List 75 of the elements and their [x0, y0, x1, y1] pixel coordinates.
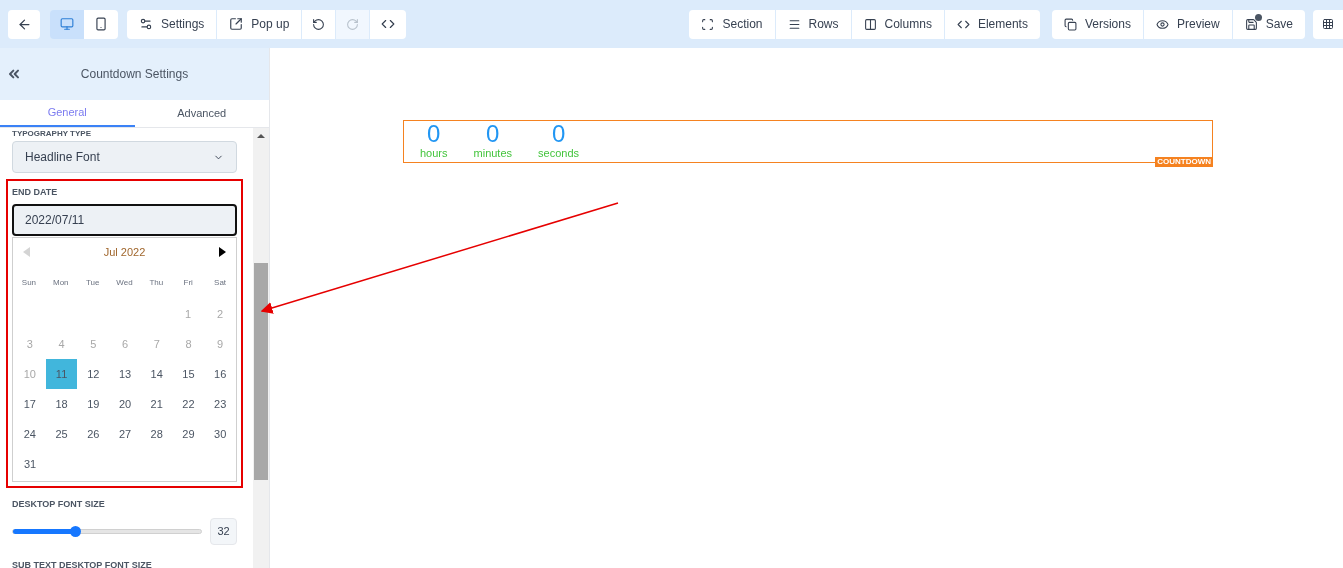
calendar-day[interactable]: 17	[14, 389, 46, 419]
panel-title: Countdown Settings	[79, 66, 190, 83]
countdown-unit: hours	[420, 147, 448, 160]
weekday-label: Mon	[52, 276, 70, 289]
element-tag: COUNTDOWN	[1155, 157, 1213, 167]
menu-icon	[787, 17, 801, 31]
toolbar-button[interactable]: Elements	[944, 9, 1040, 39]
code-button[interactable]	[370, 9, 407, 39]
toolbar-button[interactable]: Settings	[127, 9, 217, 39]
back-button[interactable]	[8, 9, 40, 39]
calendar-day[interactable]: 25	[45, 419, 78, 449]
countdown-unit: seconds	[538, 147, 580, 160]
grid-icon	[1322, 18, 1334, 30]
phone-icon	[94, 17, 108, 31]
calendar-day[interactable]: 23	[204, 389, 237, 419]
date-field[interactable]: 2022/07/11	[12, 204, 237, 236]
device-toggle[interactable]	[84, 9, 118, 39]
calendar-day[interactable]: 13	[109, 359, 141, 389]
calendar-day[interactable]: 15	[172, 359, 205, 389]
columns-icon	[863, 17, 877, 31]
calendar-day[interactable]: 14	[140, 359, 173, 389]
font-size-value: 32	[210, 517, 237, 545]
toolbar-button[interactable]: Save	[1232, 9, 1305, 39]
calendar-day[interactable]: 12	[77, 359, 110, 389]
calendar-day[interactable]: 31	[14, 449, 46, 479]
calendar-day[interactable]: 19	[77, 389, 110, 419]
toolbar-button[interactable]: Section	[689, 9, 775, 39]
calendar-day[interactable]: 30	[204, 419, 237, 449]
field-label: TYPOGRAPHY TYPE	[12, 129, 92, 139]
frame-icon	[701, 17, 715, 31]
code-icon	[381, 17, 396, 31]
countdown-number: 0	[551, 121, 566, 147]
calendar-day[interactable]: 18	[45, 389, 78, 419]
calendar-day[interactable]: 27	[109, 419, 141, 449]
calendar-day[interactable]: 26	[77, 419, 110, 449]
weekday-label: Sun	[20, 276, 38, 289]
versions-icon	[1063, 17, 1077, 31]
calendar-day[interactable]: 22	[172, 389, 205, 419]
undo-icon	[312, 17, 326, 31]
device-toggle[interactable]	[50, 9, 84, 39]
countdown-unit: minutes	[473, 147, 513, 160]
countdown-number: 0	[427, 121, 441, 147]
panel-tab[interactable]: General	[0, 100, 135, 127]
panel-tab[interactable]: Advanced	[134, 100, 269, 127]
calendar-day[interactable]: 21	[140, 389, 173, 419]
eye-icon	[1155, 17, 1169, 31]
external-link-icon	[229, 17, 244, 31]
calendar-day[interactable]: 24	[14, 419, 46, 449]
weekday-label: Thu	[148, 276, 165, 289]
toolbar-button[interactable]: Preview	[1143, 9, 1232, 39]
calendar-day[interactable]: 20	[109, 389, 141, 419]
calendar-month: Jul 2022	[103, 244, 146, 260]
apps-button[interactable]	[1313, 9, 1343, 39]
toolbar-button[interactable]: Versions	[1051, 9, 1143, 39]
scrollbar[interactable]	[253, 128, 269, 568]
weekday-label: Fri	[182, 276, 194, 289]
font-size-slider[interactable]	[12, 528, 202, 534]
calendar-day[interactable]: 28	[140, 419, 173, 449]
toolbar-button[interactable]: Rows	[775, 9, 851, 39]
redo-icon	[346, 17, 360, 31]
calendar-day[interactable]: 16	[204, 359, 237, 389]
weekday-label: Wed	[115, 276, 134, 289]
undo-button[interactable]	[302, 9, 336, 39]
field-label: DESKTOP FONT SIZE	[12, 498, 106, 511]
calendar-day[interactable]: 29	[172, 419, 205, 449]
weekday-label: Sat	[213, 276, 228, 289]
field-label: END DATE	[12, 186, 59, 199]
next-month-icon[interactable]	[219, 247, 226, 257]
monitor-icon	[60, 17, 74, 31]
weekday-label: Tue	[84, 276, 101, 289]
field-label: SUB TEXT DESKTOP FONT SIZE	[12, 558, 153, 568]
countdown-number: 0	[486, 121, 500, 147]
toolbar-button[interactable]: Pop up	[217, 9, 302, 39]
font-select[interactable]: Headline Font	[12, 141, 237, 173]
toolbar-button[interactable]: Columns	[851, 9, 944, 39]
